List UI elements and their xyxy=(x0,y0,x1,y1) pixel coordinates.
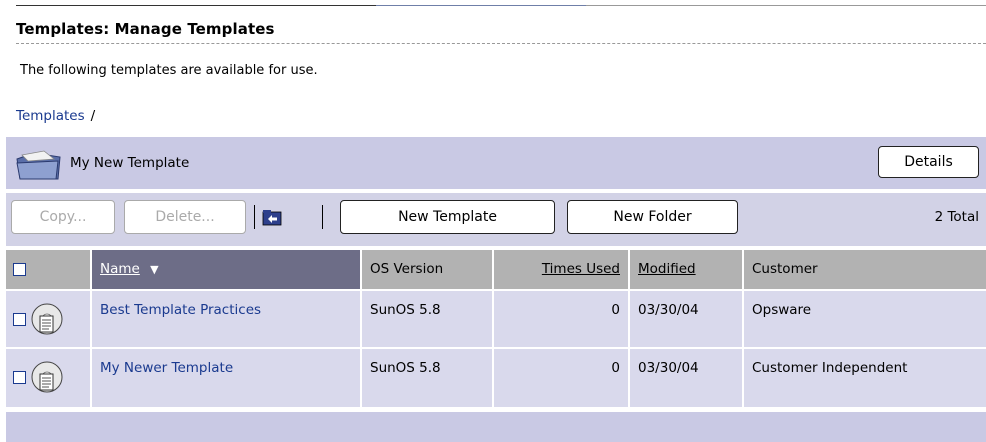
times-used-value: 0 xyxy=(611,360,620,376)
table-cell-times-used: 0 xyxy=(494,291,628,347)
column-header-os-version: OS Version xyxy=(362,250,492,289)
customer-value: Customer Independent xyxy=(752,360,908,376)
page-title: Templates: Manage Templates xyxy=(16,20,275,38)
table-cell-name: Best Template Practices xyxy=(92,291,360,347)
toolbar-divider xyxy=(322,205,323,229)
table-cell-customer: Opsware xyxy=(744,291,986,347)
column-header-modified[interactable]: Modified xyxy=(630,250,742,289)
os-version-value: SunOS 5.8 xyxy=(370,302,441,318)
up-folder-icon[interactable] xyxy=(262,208,282,226)
template-name-link[interactable]: My Newer Template xyxy=(100,360,233,376)
breadcrumb-templates-link[interactable]: Templates xyxy=(16,108,85,124)
table-cell-modified: 03/30/04 xyxy=(630,349,742,407)
row-checkbox[interactable] xyxy=(13,371,26,384)
column-header-customer: Customer xyxy=(744,250,986,289)
column-times-used-label[interactable]: Times Used xyxy=(542,261,620,277)
select-all-header xyxy=(6,250,90,289)
page-description: The following templates are available fo… xyxy=(20,63,318,78)
column-header-times-used[interactable]: Times Used xyxy=(494,250,628,289)
current-folder-bar: My New Template Details xyxy=(6,137,986,189)
breadcrumb: Templates / xyxy=(16,108,95,124)
current-folder-name: My New Template xyxy=(70,155,190,171)
total-count: 2 Total xyxy=(934,209,979,225)
toolbar-divider xyxy=(254,205,255,229)
times-used-value: 0 xyxy=(611,302,620,318)
customer-value: Opsware xyxy=(752,302,812,318)
select-all-checkbox[interactable] xyxy=(13,263,26,276)
table-row-select xyxy=(6,291,90,347)
table-cell-os-version: SunOS 5.8 xyxy=(362,291,492,347)
new-folder-button[interactable]: New Folder xyxy=(567,200,738,234)
row-checkbox[interactable] xyxy=(13,313,26,326)
delete-button[interactable]: Delete... xyxy=(124,200,246,234)
sort-descending-icon: ▼ xyxy=(150,263,159,276)
folder-open-icon xyxy=(16,150,61,180)
column-name-label[interactable]: Name xyxy=(100,261,140,277)
table-cell-modified: 03/30/04 xyxy=(630,291,742,347)
action-toolbar: Copy... Delete... New Template New Folde… xyxy=(6,193,986,246)
template-disc-icon xyxy=(31,303,63,335)
table-cell-os-version: SunOS 5.8 xyxy=(362,349,492,407)
details-button[interactable]: Details xyxy=(878,146,979,178)
new-template-button[interactable]: New Template xyxy=(340,200,555,234)
table-cell-customer: Customer Independent xyxy=(744,349,986,407)
top-rule xyxy=(0,0,986,6)
os-version-value: SunOS 5.8 xyxy=(370,360,441,376)
breadcrumb-separator: / xyxy=(90,108,96,124)
title-divider xyxy=(16,43,986,44)
template-disc-icon xyxy=(31,361,63,393)
table-footer-bar xyxy=(6,412,986,442)
template-name-link[interactable]: Best Template Practices xyxy=(100,302,261,318)
table-cell-name: My Newer Template xyxy=(92,349,360,407)
table-cell-times-used: 0 xyxy=(494,349,628,407)
modified-value: 03/30/04 xyxy=(638,360,699,376)
column-modified-label[interactable]: Modified xyxy=(638,261,696,277)
table-row-select xyxy=(6,349,90,407)
modified-value: 03/30/04 xyxy=(638,302,699,318)
copy-button[interactable]: Copy... xyxy=(11,200,115,234)
column-header-name[interactable]: Name ▼ xyxy=(92,250,360,289)
